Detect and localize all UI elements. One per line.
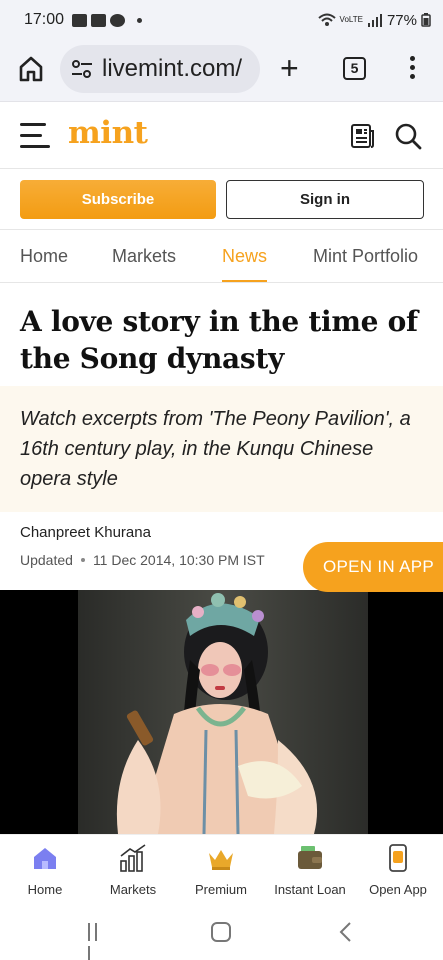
markets-chart-icon — [120, 844, 146, 872]
wifi-icon — [317, 13, 336, 26]
subscribe-button[interactable]: Subscribe — [20, 180, 216, 219]
appnav-instant-loan-label: Instant Loan — [274, 882, 346, 897]
browser-toolbar: livemint.com/ + 5 — [0, 40, 443, 102]
epaper-icon[interactable] — [349, 123, 375, 149]
article-summary: Watch excerpts from 'The Peony Pavilion'… — [20, 408, 411, 490]
volte-label: VoLTE — [339, 15, 363, 24]
phone-app-icon — [389, 844, 407, 872]
search-icon[interactable] — [394, 122, 422, 150]
section-nav: Home Markets News Mint Portfolio — [0, 229, 443, 283]
site-header: mint — [0, 103, 443, 169]
system-home-icon[interactable] — [211, 922, 231, 942]
signal-icon — [367, 14, 382, 27]
tab-news[interactable]: News — [222, 230, 268, 282]
new-tab-icon[interactable]: + — [280, 52, 299, 84]
appnav-home-label: Home — [27, 882, 63, 897]
appnav-instant-loan[interactable]: Instant Loan — [265, 843, 355, 897]
appnav-home[interactable]: Home — [0, 843, 90, 897]
battery-percent: 77% — [386, 11, 417, 29]
appnav-premium[interactable]: Premium — [176, 843, 266, 897]
tab-markets[interactable]: Markets — [112, 230, 176, 282]
opera-performer-image — [78, 590, 368, 834]
article-image[interactable] — [0, 590, 443, 834]
home-icon — [34, 848, 56, 869]
article-updated: Updated 11 Dec 2014, 10:30 PM IST — [20, 552, 265, 568]
browser-home-icon[interactable] — [16, 54, 46, 84]
browser-menu-icon[interactable] — [410, 56, 416, 80]
app-bottom-nav: Home Markets Premium Instant Loan Open A… — [0, 834, 443, 902]
article-headline: A love story in the time of the Song dyn… — [20, 305, 418, 375]
status-time: 17:00 — [24, 11, 65, 28]
system-nav-bar — [0, 902, 443, 960]
updated-label: Updated — [20, 552, 73, 568]
appnav-open-app[interactable]: Open App — [353, 843, 443, 897]
article-author[interactable]: Chanpreet Khurana — [20, 524, 151, 541]
gallery-notification-icon — [91, 13, 107, 27]
article-summary-box: Watch excerpts from 'The Peony Pavilion'… — [0, 386, 443, 512]
tab-mint-portfolio[interactable]: Mint Portfolio — [313, 230, 418, 282]
status-bar: 17:00 VoLTE 77% — [0, 0, 443, 40]
recent-apps-icon[interactable] — [88, 923, 108, 960]
wallet-icon — [298, 846, 322, 869]
tab-switcher-button[interactable]: 5 — [343, 57, 366, 80]
tab-home[interactable]: Home — [20, 230, 68, 282]
calendar-notification-icon — [72, 13, 88, 27]
battery-icon — [421, 13, 431, 27]
chat-notification-icon — [110, 13, 126, 27]
more-notifications-dot — [137, 17, 143, 23]
mint-logo[interactable]: mint — [68, 115, 148, 151]
appnav-open-app-label: Open App — [369, 882, 427, 897]
appnav-markets-label: Markets — [109, 882, 157, 897]
updated-time: 11 Dec 2014, 10:30 PM IST — [92, 552, 265, 568]
url-bar[interactable]: livemint.com/ — [60, 45, 260, 93]
url-text[interactable]: livemint.com/ — [102, 55, 242, 83]
hamburger-menu-icon[interactable] — [20, 123, 50, 149]
open-in-app-button[interactable]: OPEN IN APP — [303, 542, 443, 592]
sign-in-button[interactable]: Sign in — [226, 180, 424, 219]
appnav-markets[interactable]: Markets — [88, 843, 178, 897]
site-settings-icon[interactable] — [70, 59, 94, 79]
crown-icon — [209, 850, 233, 870]
separator-dot — [80, 558, 85, 562]
appnav-premium-label: Premium — [194, 882, 247, 897]
back-icon[interactable] — [338, 921, 352, 943]
